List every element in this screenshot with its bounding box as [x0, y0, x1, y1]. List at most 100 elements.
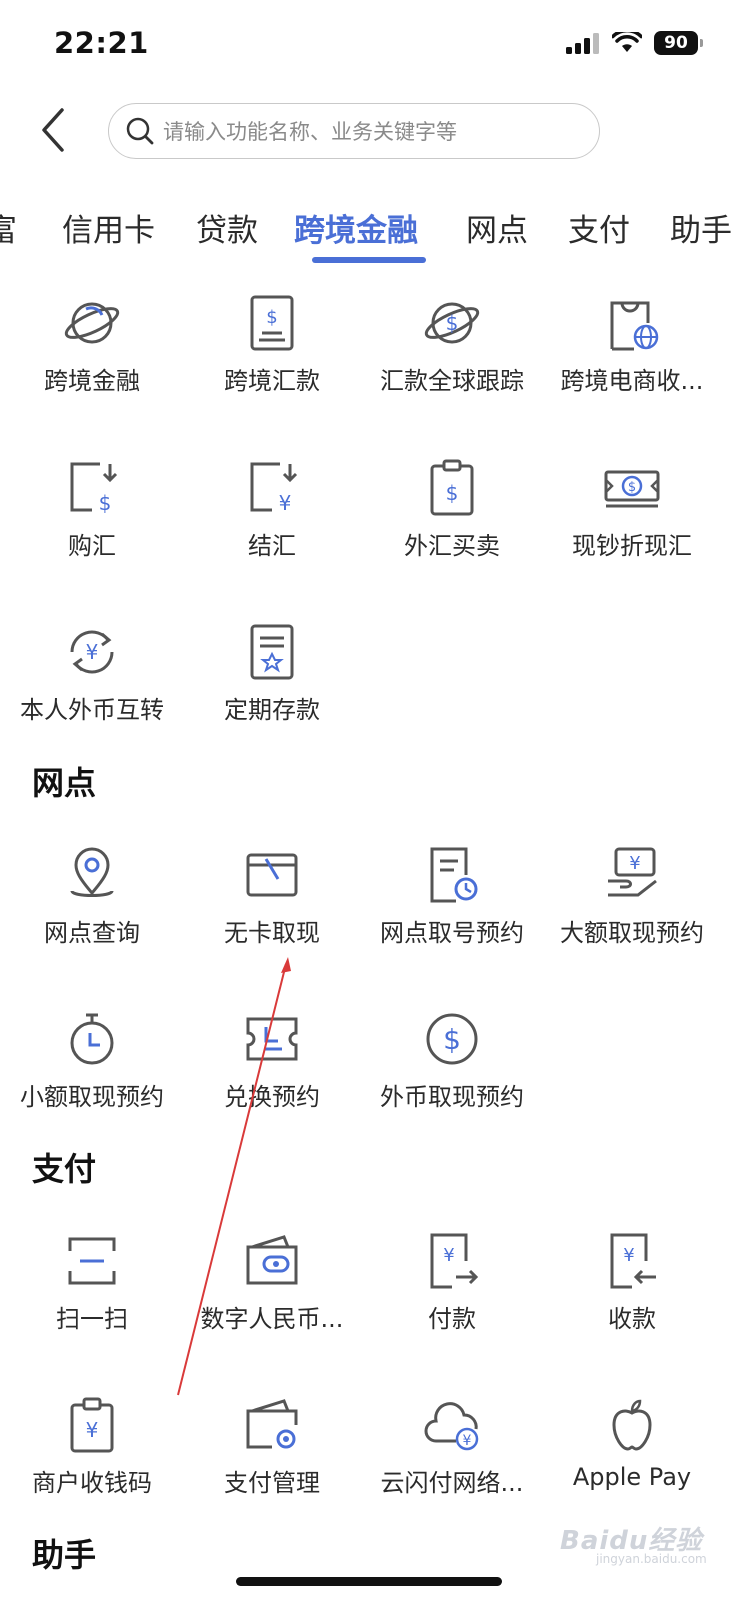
item-forex-trade[interactable]: $ 外汇买卖 — [360, 458, 544, 578]
tab-assistant[interactable]: 助手 — [670, 205, 732, 250]
svg-text:$: $ — [99, 491, 112, 515]
item-payment-management[interactable]: 支付管理 — [180, 1395, 364, 1515]
item-label: 商户收钱码 — [32, 1469, 152, 1497]
currency-exchange-icon: ¥ — [70, 630, 114, 674]
item-large-withdrawal[interactable]: ¥ 大额取现预约 — [540, 845, 724, 965]
status-icons: 90 — [566, 30, 703, 56]
svg-text:¥: ¥ — [629, 853, 640, 874]
section-title-assistant: 助手 — [32, 1536, 97, 1574]
tab-wealth[interactable]: 富 — [0, 205, 17, 250]
coupon-ticket-icon — [246, 1017, 298, 1061]
queue-ticket-icon — [430, 847, 478, 903]
item-label: 跨境金融 — [44, 367, 140, 395]
svg-text:¥: ¥ — [623, 1245, 634, 1266]
scan-icon — [68, 1237, 116, 1285]
stopwatch-icon — [70, 1013, 114, 1065]
tab-branch[interactable]: 网点 — [466, 205, 528, 250]
item-pay[interactable]: ¥ 付款 — [360, 1231, 544, 1351]
item-label: 兑换预约 — [224, 1083, 320, 1111]
svg-text:¥: ¥ — [443, 1245, 454, 1266]
svg-text:$: $ — [446, 311, 459, 335]
planet-icon — [64, 302, 120, 344]
item-label: 定期存款 — [224, 696, 320, 724]
item-cloud-quickpass[interactable]: ¥ 云闪付网络... — [360, 1395, 544, 1515]
item-merchant-code[interactable]: ¥ 商户收钱码 — [0, 1395, 184, 1515]
banknote-icon: $ — [604, 470, 660, 508]
back-button[interactable] — [36, 106, 70, 154]
svg-text:¥: ¥ — [86, 640, 99, 664]
item-branch-search[interactable]: 网点查询 — [0, 845, 184, 965]
chevron-left-icon — [42, 108, 64, 152]
item-label: 外汇买卖 — [404, 532, 500, 560]
item-settle-forex[interactable]: ¥ 结汇 — [180, 458, 364, 578]
item-buy-forex[interactable]: $ 购汇 — [0, 458, 184, 578]
item-fixed-deposit[interactable]: 定期存款 — [180, 622, 364, 742]
svg-text:¥: ¥ — [463, 1433, 472, 1449]
item-label: 小额取现预约 — [20, 1083, 164, 1111]
cellular-signal-icon — [566, 33, 599, 54]
item-label: 网点查询 — [44, 919, 140, 947]
payment-settings-icon — [246, 1399, 298, 1449]
svg-text:$: $ — [628, 480, 636, 495]
forex-trade-icon: $ — [430, 459, 474, 516]
battery-indicator: 90 — [654, 31, 703, 55]
item-ecommerce-collection[interactable]: 跨境电商收... — [540, 293, 724, 413]
item-label: 数字人民币... — [200, 1305, 344, 1333]
category-tabs: 富 信用卡 贷款 跨境金融 网点 支付 助手 — [0, 205, 738, 265]
buy-forex-icon: $ — [70, 462, 118, 515]
item-label: 外币取现预约 — [380, 1083, 524, 1111]
item-label: 扫一扫 — [56, 1305, 128, 1333]
watermark-url: jingyan.baidu.com — [596, 1552, 707, 1566]
item-label: 现钞折现汇 — [572, 532, 692, 560]
item-cross-border-finance[interactable]: 跨境金融 — [0, 293, 184, 413]
item-label: 付款 — [428, 1305, 476, 1333]
svg-text:$: $ — [446, 481, 459, 505]
tab-credit-card[interactable]: 信用卡 — [62, 205, 155, 250]
wifi-icon — [612, 32, 642, 52]
item-receive[interactable]: ¥ 收款 — [540, 1231, 724, 1351]
status-time: 22:21 — [54, 26, 149, 60]
home-indicator[interactable] — [236, 1577, 502, 1586]
item-label: 支付管理 — [224, 1469, 320, 1497]
section-title-branch: 网点 — [32, 764, 97, 802]
pay-icon: ¥ — [430, 1233, 479, 1289]
search-input[interactable]: 请输入功能名称、业务关键字等 — [108, 103, 600, 159]
item-label: 本人外币互转 — [20, 696, 164, 724]
item-self-currency-transfer[interactable]: ¥ 本人外币互转 — [0, 622, 184, 742]
item-label: Apple Pay — [572, 1463, 692, 1491]
svg-text:$: $ — [443, 1023, 461, 1056]
item-queue-appointment[interactable]: 网点取号预约 — [360, 845, 544, 965]
dollar-coin-icon: $ — [426, 1013, 478, 1065]
item-scan[interactable]: 扫一扫 — [0, 1231, 184, 1351]
item-digital-rmb[interactable]: 数字人民币... — [180, 1231, 364, 1351]
wallet-icon — [246, 1235, 298, 1285]
apple-icon — [612, 1399, 652, 1451]
item-label: 购汇 — [68, 532, 116, 560]
item-cash-to-remittance[interactable]: $ 现钞折现汇 — [540, 458, 724, 578]
cardless-withdrawal-icon — [246, 853, 298, 897]
item-foreign-currency-withdrawal[interactable]: $ 外币取现预约 — [360, 1009, 544, 1129]
location-pin-icon — [70, 847, 114, 897]
item-label: 跨境汇款 — [224, 367, 320, 395]
item-cardless-withdrawal[interactable]: 无卡取现 — [180, 845, 364, 965]
item-label: 无卡取现 — [224, 919, 320, 947]
item-label: 结汇 — [248, 532, 296, 560]
item-cross-border-remittance[interactable]: $ 跨境汇款 — [180, 293, 364, 413]
tab-cross-border-finance[interactable]: 跨境金融 — [294, 205, 418, 250]
item-label: 网点取号预约 — [380, 919, 524, 947]
search-icon — [126, 117, 154, 145]
item-small-withdrawal[interactable]: 小额取现预约 — [0, 1009, 184, 1129]
cloud-pay-icon: ¥ — [424, 1402, 479, 1451]
item-global-tracking[interactable]: $ 汇款全球跟踪 — [360, 293, 544, 413]
section-title-payment: 支付 — [32, 1150, 97, 1188]
search-placeholder: 请输入功能名称、业务关键字等 — [163, 120, 457, 144]
item-exchange-appointment[interactable]: 兑换预约 — [180, 1009, 364, 1129]
item-label: 大额取现预约 — [560, 919, 704, 947]
item-label: 收款 — [608, 1305, 656, 1333]
item-apple-pay[interactable]: Apple Pay — [540, 1395, 724, 1515]
ecommerce-bag-icon — [610, 301, 659, 351]
svg-text:¥: ¥ — [86, 1418, 99, 1442]
tab-payment[interactable]: 支付 — [568, 205, 630, 250]
merchant-code-icon: ¥ — [70, 1397, 114, 1453]
tab-loans[interactable]: 贷款 — [196, 205, 258, 250]
